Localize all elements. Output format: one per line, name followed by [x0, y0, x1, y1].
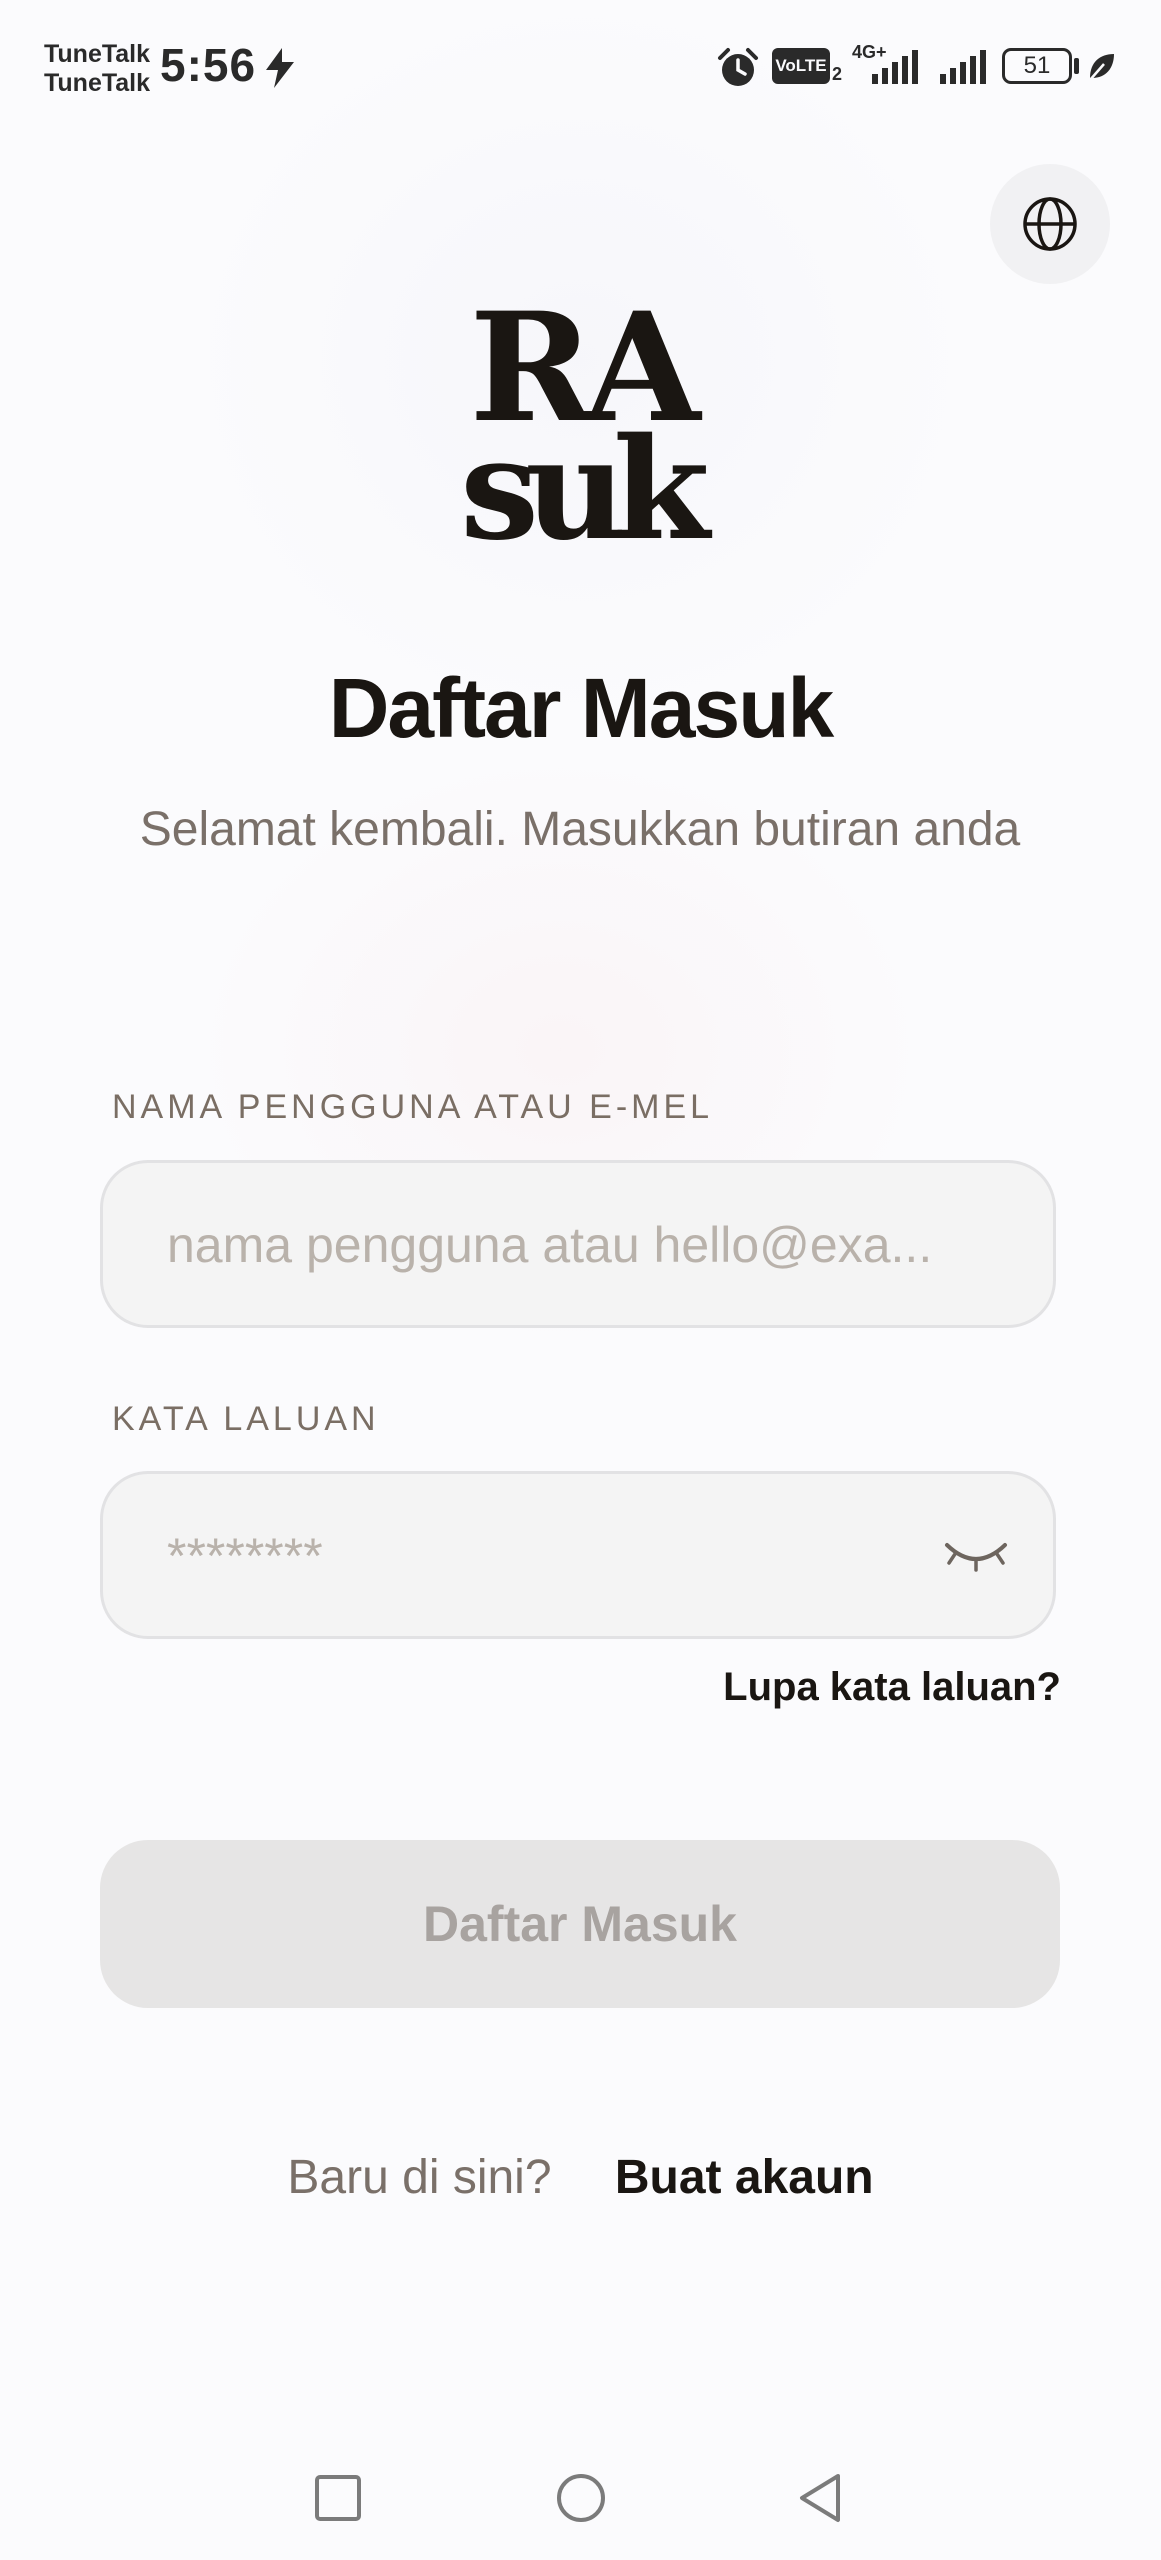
volte-label: VoLTE	[775, 56, 827, 75]
leaf-icon	[1089, 54, 1114, 81]
signup-row: Baru di sini? Buat akaun	[0, 2150, 1161, 2205]
username-field[interactable]	[100, 1160, 1056, 1328]
login-button-label: Daftar Masuk	[423, 1896, 737, 1952]
eye-closed-icon[interactable]	[941, 1529, 1011, 1579]
logo-line-2: suk	[460, 408, 713, 550]
square-icon[interactable]	[314, 2474, 362, 2522]
carrier-2: TuneTalk	[44, 69, 151, 97]
status-bar: TuneTalk TuneTalk 5:56 VoLTE 2 4G+ 51	[0, 0, 1161, 130]
password-field[interactable]	[100, 1471, 1056, 1639]
password-label: KATA LALUAN	[112, 1400, 380, 1438]
username-label: NAMA PENGGUNA ATAU E-MEL	[112, 1088, 714, 1126]
language-button[interactable]	[990, 164, 1110, 284]
status-time: 5:56	[160, 39, 257, 91]
sim-slot: 2	[832, 64, 843, 84]
alarm-icon	[718, 48, 758, 86]
username-input[interactable]	[165, 1163, 969, 1327]
navigation-bar	[0, 2440, 1161, 2560]
bolt-icon	[266, 48, 294, 88]
page-title: Daftar Masuk	[328, 661, 835, 755]
battery-tip	[1074, 58, 1079, 74]
carrier-1: TuneTalk	[44, 40, 151, 68]
page-subtitle: Selamat kembali. Masukkan butiran anda	[139, 803, 1021, 856]
forgot-password-link[interactable]: Lupa kata laluan?	[723, 1665, 1061, 1710]
login-screen: TuneTalk TuneTalk 5:56 VoLTE 2 4G+ 51 RA…	[0, 0, 1161, 2560]
create-account-link[interactable]: Buat akaun	[615, 2151, 874, 2204]
globe-icon	[1023, 197, 1077, 251]
battery-icon: 51	[1002, 48, 1072, 84]
rasuk-logo: RA suk	[460, 290, 727, 550]
login-button[interactable]: Daftar Masuk	[100, 1840, 1060, 2008]
battery-level: 51	[1023, 52, 1051, 79]
signal-strength-icon-2	[940, 50, 986, 84]
signup-prompt: Baru di sini?	[287, 2151, 552, 2204]
triangle-back-icon[interactable]	[796, 2472, 844, 2524]
password-input[interactable]	[165, 1474, 929, 1638]
volte-badge: VoLTE	[772, 48, 830, 84]
circle-icon[interactable]	[555, 2472, 607, 2524]
signal-strength-icon-1	[872, 50, 918, 84]
carrier-labels: TuneTalk TuneTalk	[44, 40, 150, 98]
